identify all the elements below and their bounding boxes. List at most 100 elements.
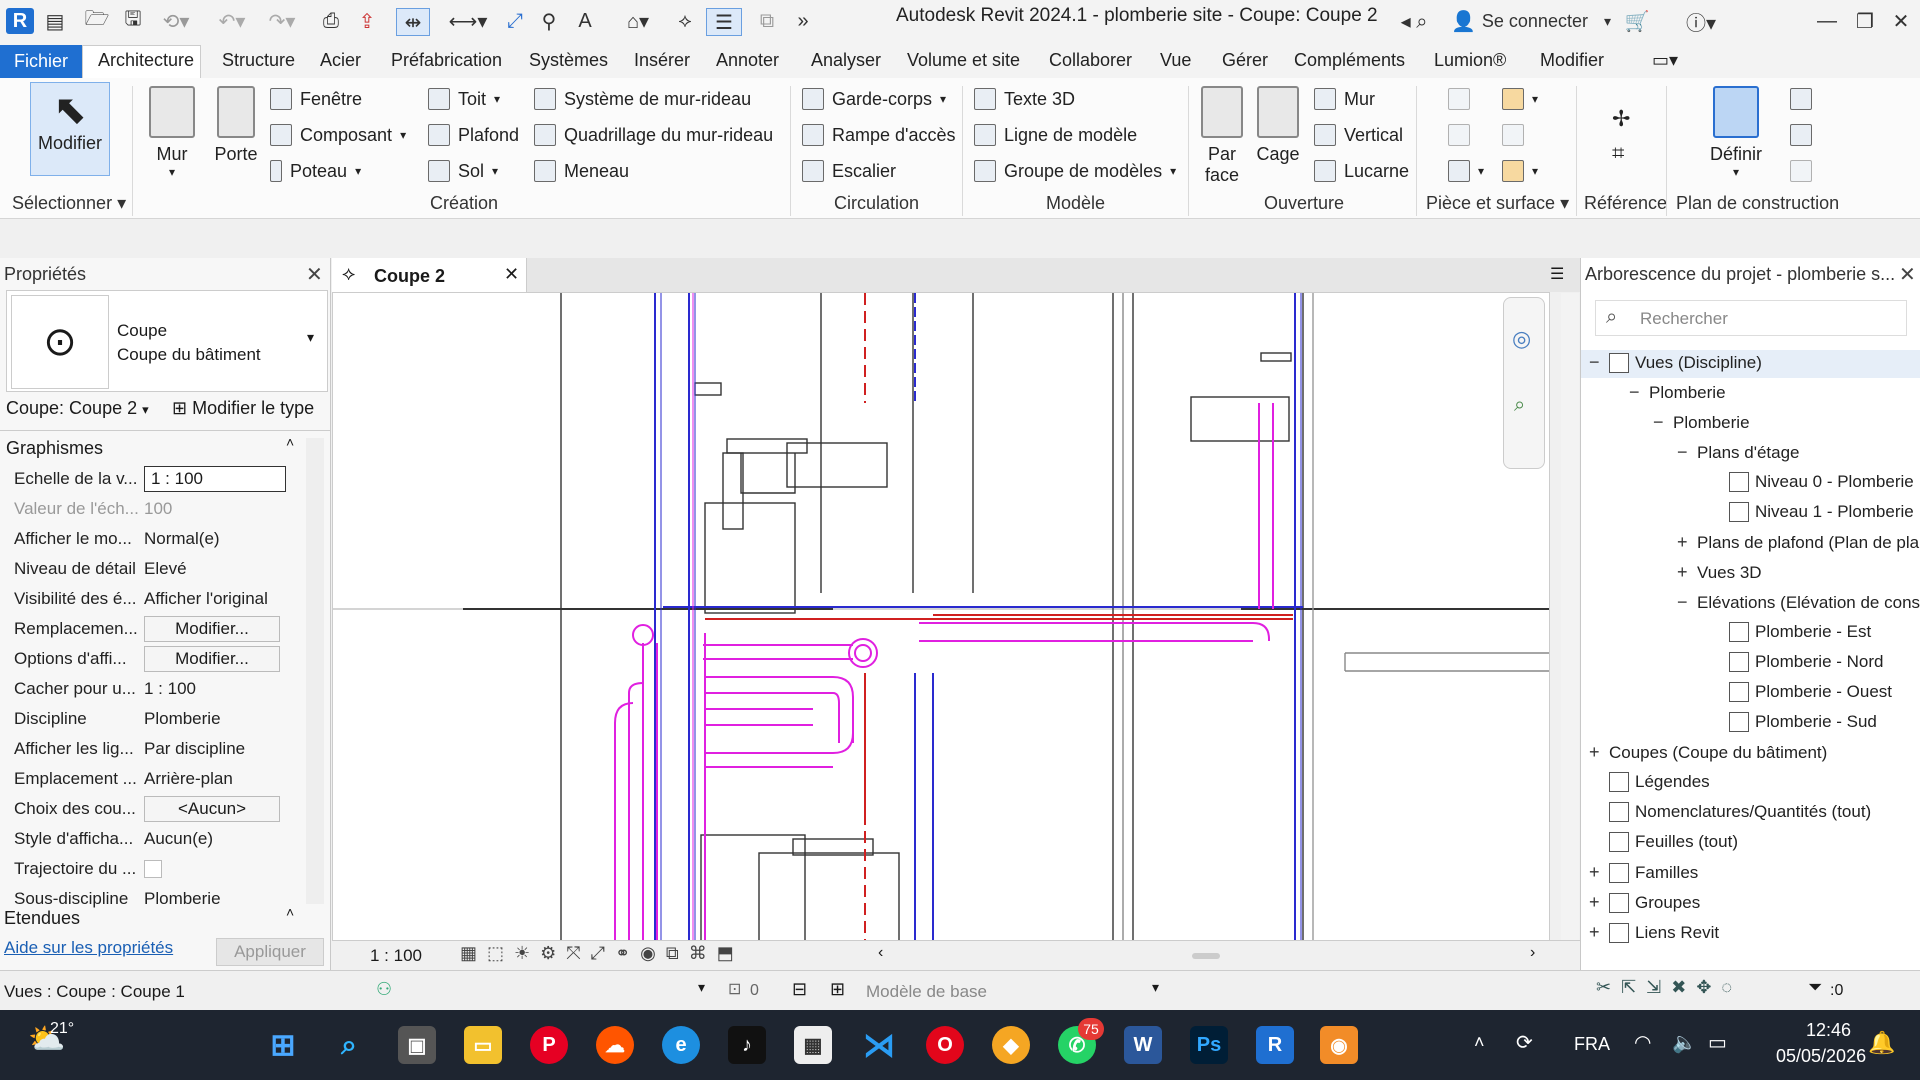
sol-button[interactable]: Sol ▾ (428, 160, 498, 182)
worksharing-icon[interactable]: ⚇ (376, 979, 392, 1000)
collapse-icon[interactable]: − (1629, 382, 1643, 403)
tab-complements[interactable]: Compléments (1294, 50, 1405, 71)
toit-button[interactable]: Toit ▾ (428, 88, 500, 110)
panel-piece-surface[interactable]: Pièce et surface ▾ (1426, 193, 1569, 214)
tab-systemes[interactable]: Systèmes (529, 50, 608, 71)
view-control-icons[interactable]: ▦⬚☀⚙⤧⤢⚭◉⧉⌘⬒ (460, 943, 744, 964)
main-model-icon[interactable]: ⊞ (830, 979, 845, 1000)
definir-button[interactable]: Définir ▾ (1706, 86, 1766, 179)
chevron-down-icon[interactable]: ▾ (1152, 979, 1159, 996)
property-row[interactable]: Trajectoire du ... (0, 854, 310, 884)
tree-item[interactable]: Nomenclatures/Quantités (tout) (1589, 802, 1871, 822)
scroll-left-icon[interactable]: ‹ (878, 944, 883, 962)
grid-button[interactable]: ⌗ (1612, 140, 1624, 166)
tree-item[interactable]: − Plans d'étage (1677, 442, 1800, 463)
collapse-icon[interactable]: ˄ (286, 904, 294, 920)
rampe-button[interactable]: Rampe d'accès (802, 124, 956, 146)
task-view-icon[interactable]: ▣ (398, 1026, 436, 1064)
start-icon[interactable]: ⊞ (264, 1026, 302, 1064)
ligne-modele-button[interactable]: Ligne de modèle (974, 124, 1137, 146)
search-binoculars-icon[interactable]: ◂ ⌕ (1384, 8, 1444, 34)
measure-icon[interactable]: ⟷▾ (446, 8, 490, 34)
tree-item[interactable]: + Liens Revit (1589, 922, 1719, 943)
store-icon[interactable]: ▦ (794, 1026, 832, 1064)
tiktok-icon[interactable]: ♪ (728, 1026, 766, 1064)
close-icon[interactable]: ✕ (306, 262, 323, 287)
tab-coupe-2[interactable]: ⟡ Coupe 2 ✕ (332, 258, 527, 292)
soundcloud-icon[interactable]: ☁ (596, 1026, 634, 1064)
search-icon[interactable]: ⌕ (330, 1026, 368, 1064)
tree-item[interactable]: Plomberie - Sud (1709, 712, 1877, 732)
property-value-field[interactable]: <Aucun> (144, 796, 280, 822)
language-indicator[interactable]: FRA (1574, 1034, 1610, 1055)
vertical-scrollbar[interactable] (1561, 293, 1579, 941)
par-face-button[interactable]: Par face (1198, 86, 1246, 186)
signin-button[interactable]: 👤 Se connecter ▾ (1446, 8, 1616, 34)
tab-modifier[interactable]: Modifier (1540, 50, 1604, 71)
home-icon[interactable]: ▤ (42, 8, 68, 34)
minimize-button[interactable]: — (1812, 8, 1842, 34)
sync-icon[interactable]: ⟲▾ (156, 8, 196, 34)
design-options-icon[interactable]: ⊟ (792, 979, 807, 1000)
help-icon[interactable]: ⓘ▾ (1676, 8, 1726, 35)
search-input[interactable]: Rechercher (1640, 309, 1728, 329)
property-row[interactable]: Afficher le mo... Normal(e) (0, 524, 310, 554)
tab-inserer[interactable]: Insérer (634, 50, 690, 71)
3d-view-icon[interactable]: ⌂▾ (616, 8, 660, 34)
property-row[interactable]: Options d'affi... Modifier... (0, 644, 310, 674)
pinterest-icon[interactable]: P (530, 1026, 568, 1064)
tree-item[interactable]: − Plomberie (1653, 412, 1750, 433)
dimension-icon[interactable]: ⤢ (502, 8, 528, 34)
restore-button[interactable]: ❐ (1850, 8, 1880, 34)
lumion-icon[interactable]: ◉ (1320, 1026, 1358, 1064)
undo-icon[interactable]: ↶▾ (212, 8, 252, 34)
collapse-icon[interactable]: − (1653, 412, 1667, 433)
notification-bell-icon[interactable]: 🔔 (1868, 1030, 1895, 1056)
print-icon[interactable]: ⎙ (318, 8, 344, 34)
composant-button[interactable]: Composant ▾ (270, 124, 406, 146)
vscode-icon[interactable]: ⋊ (860, 1026, 898, 1064)
group-graphismes[interactable]: Graphismes (6, 438, 103, 459)
property-row[interactable]: Echelle de la v... 1 : 100 (0, 464, 310, 494)
texte3d-button[interactable]: Texte 3D (974, 88, 1075, 110)
property-row[interactable]: Style d'afficha... Aucun(e) (0, 824, 310, 854)
battery-icon[interactable]: ▭ (1708, 1030, 1727, 1055)
expand-icon[interactable]: + (1677, 532, 1691, 553)
help-link[interactable]: Aide sur les propriétés (4, 938, 173, 958)
more-icon[interactable]: » (790, 8, 816, 34)
sync-tray-icon[interactable]: ⟳ (1516, 1030, 1533, 1055)
group-etendues[interactable]: Etendues (4, 908, 80, 929)
tree-item[interactable]: Plomberie - Ouest (1709, 682, 1892, 702)
editing-requests-icon[interactable]: ⊡ (728, 979, 741, 999)
tab-menu-icon[interactable]: ☰ (1550, 264, 1564, 284)
meneau-button[interactable]: Meneau (534, 160, 629, 182)
tab-structure[interactable]: Structure (222, 50, 295, 71)
property-row[interactable]: Choix des cou... <Aucun> (0, 794, 310, 824)
property-value-field[interactable]: 1 : 100 (144, 466, 286, 492)
close-icon[interactable]: ✕ (504, 264, 519, 285)
word-icon[interactable]: W (1124, 1026, 1162, 1064)
browser-search[interactable]: ⌕ Rechercher (1595, 300, 1907, 336)
edit-type-button[interactable]: ⊞ Modifier le type (172, 398, 314, 419)
tab-prefabrication[interactable]: Préfabrication (391, 50, 502, 71)
room-separator-button[interactable] (1448, 124, 1470, 146)
systeme-mur-rideau-button[interactable]: Système de mur-rideau (534, 88, 751, 110)
mur-ouverture-button[interactable]: Mur (1314, 88, 1375, 110)
collapse-icon[interactable]: − (1589, 352, 1603, 373)
cart-icon[interactable]: 🛒 (1622, 8, 1652, 34)
tree-item[interactable]: Feuilles (tout) (1589, 832, 1738, 852)
filter-icon[interactable]: ⏷ (1808, 977, 1822, 998)
tab-gerer[interactable]: Gérer (1222, 50, 1268, 71)
mur-button[interactable]: Mur ▾ (148, 86, 196, 179)
tree-item[interactable]: Plomberie - Nord (1709, 652, 1884, 672)
vertical-button[interactable]: Vertical (1314, 124, 1403, 146)
steering-wheel-icon[interactable]: ◎ (1512, 326, 1531, 352)
tree-item[interactable]: + Plans de plafond (Plan de pla (1677, 532, 1919, 553)
tree-item[interactable]: + Groupes (1589, 892, 1700, 913)
collapse-icon[interactable]: − (1677, 442, 1691, 463)
plafond-button[interactable]: Plafond (428, 124, 519, 146)
clock-time[interactable]: 12:46 (1806, 1020, 1851, 1041)
expand-icon[interactable]: + (1589, 892, 1603, 913)
tab-fichier[interactable]: Fichier (0, 45, 82, 78)
tab-acier[interactable]: Acier (320, 50, 361, 71)
